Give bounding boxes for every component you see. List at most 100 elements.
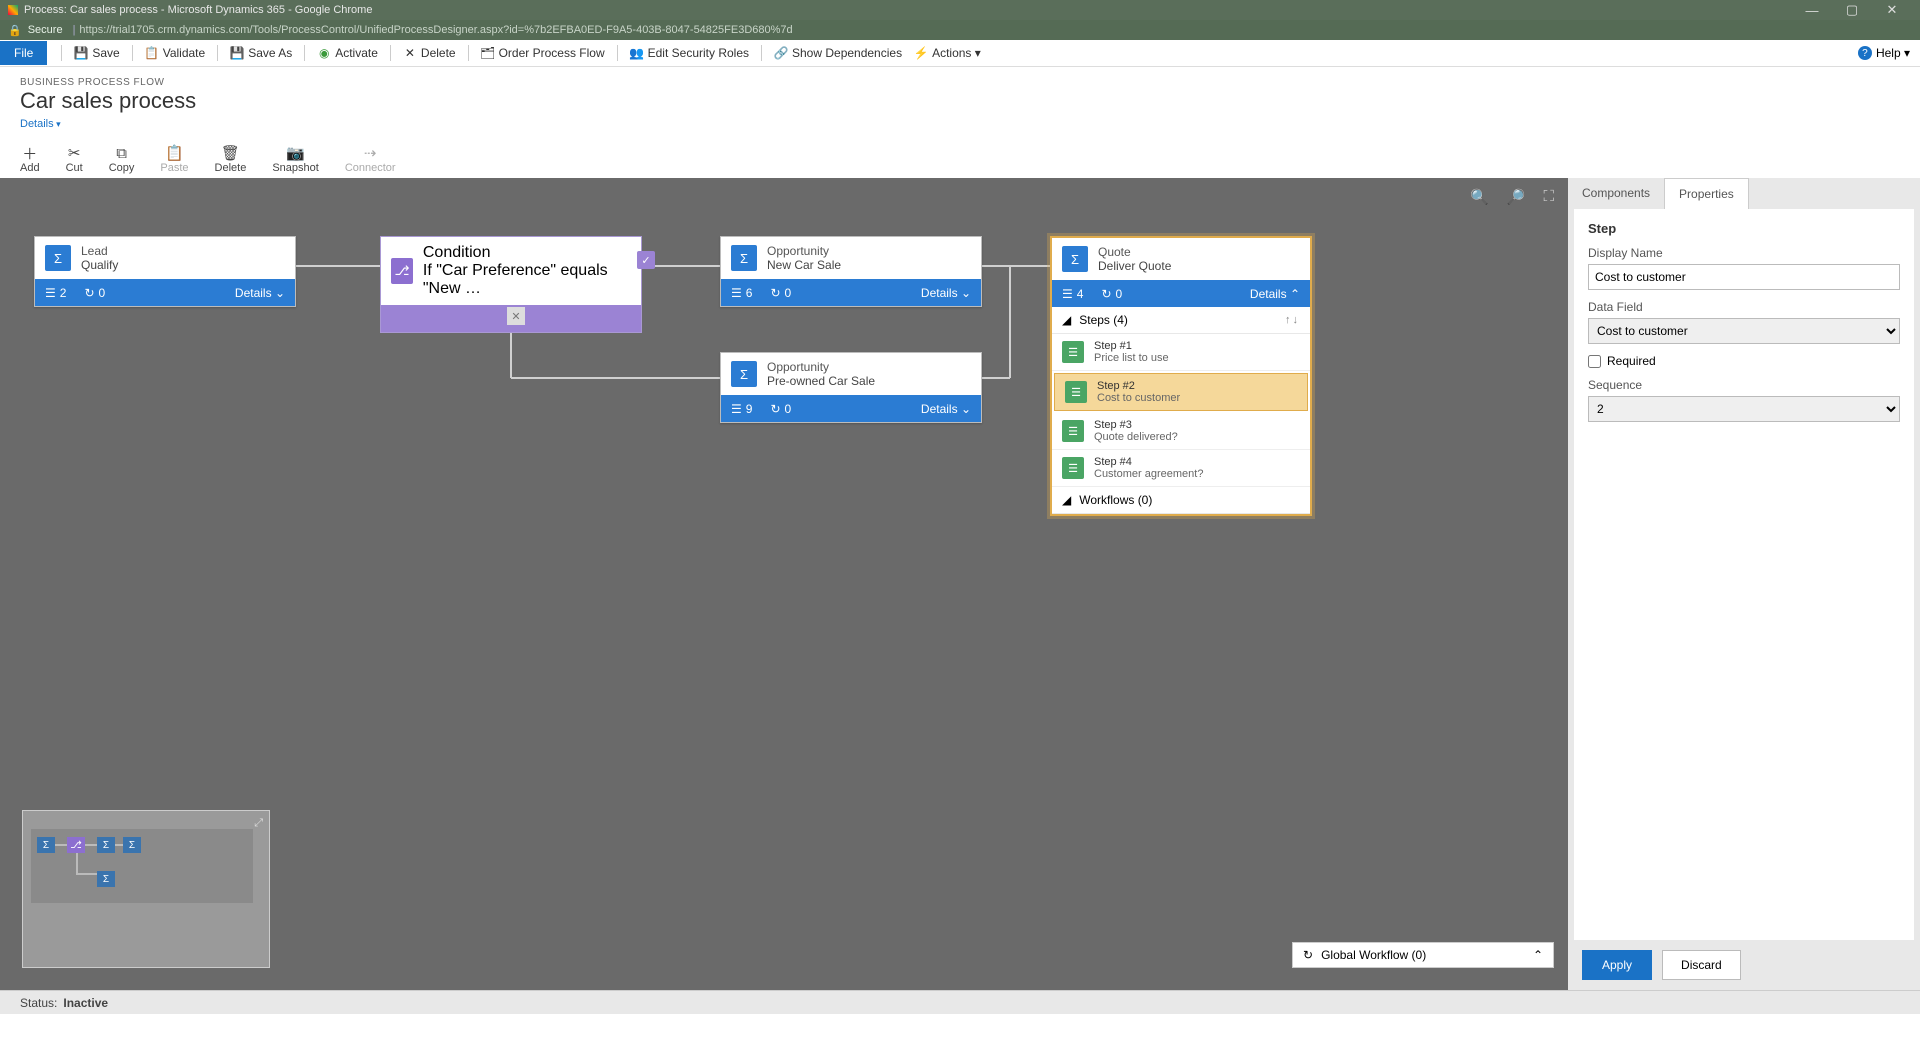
add-button[interactable]: ＋Add (20, 144, 40, 174)
condition-title: Condition (423, 244, 631, 262)
details-toggle[interactable]: Details ⌄ (921, 286, 971, 300)
minimap-node: Σ (123, 837, 141, 853)
apply-button[interactable]: Apply (1582, 950, 1652, 980)
stage-subtitle: New Car Sale (767, 258, 841, 272)
details-toggle[interactable]: Details (20, 118, 61, 130)
minimap-node: Σ (97, 837, 115, 853)
order-process-flow-button[interactable]: 🗂Order Process Flow (475, 43, 611, 63)
steps-section-header[interactable]: ◢ Steps (4) ↑↓ (1052, 307, 1310, 334)
designer-canvas[interactable]: 🔍 🔎 ⛶ Σ Lead Qualify ☰ 2 ↻ 0 De (0, 178, 1568, 990)
url-text: https://trial1705.crm.dynamics.com/Tools… (79, 24, 792, 36)
cut-button[interactable]: ✂Cut (66, 144, 83, 174)
global-workflow-bar[interactable]: ↻ Global Workflow (0) ⌃ (1292, 942, 1554, 968)
main-toolbar: File 💾Save 📋Validate 💾Save As ◉Activate … (0, 40, 1920, 67)
delete-button[interactable]: ✕Delete (397, 43, 462, 63)
collapse-icon: ◢ (1062, 493, 1071, 507)
validate-button[interactable]: 📋Validate (139, 43, 211, 63)
condition-subtitle: If "Car Preference" equals "New … (423, 262, 631, 298)
stage-subtitle: Pre-owned Car Sale (767, 374, 875, 388)
stage-opportunity-new[interactable]: Σ Opportunity New Car Sale ☰ 6 ↻ 0 Detai… (720, 236, 982, 307)
zoom-out-icon[interactable]: 🔍 (1470, 188, 1489, 206)
stage-opportunity-preowned[interactable]: Σ Opportunity Pre-owned Car Sale ☰ 9 ↻ 0… (720, 352, 982, 423)
stage-title: Opportunity (767, 244, 841, 258)
condition-true-icon: ✓ (637, 251, 655, 269)
minimap-node: Σ (37, 837, 55, 853)
stage-title: Lead (81, 244, 118, 258)
show-dependencies-button[interactable]: 🔗Show Dependencies (768, 43, 908, 63)
stage-icon: Σ (731, 245, 757, 271)
details-toggle[interactable]: Details ⌃ (1250, 287, 1300, 301)
cut-icon: ✂ (68, 144, 81, 162)
file-menu[interactable]: File (0, 41, 47, 65)
stage-icon: Σ (731, 361, 757, 387)
zoom-in-icon[interactable]: 🔎 (1507, 188, 1526, 206)
stage-icon: Σ (45, 245, 71, 271)
minimap[interactable]: ⤢ Σ ⎇ Σ Σ Σ (22, 810, 270, 968)
fit-screen-icon[interactable]: ⛶ (1543, 188, 1554, 206)
help-menu[interactable]: ?Help ▾ (1858, 46, 1910, 60)
expand-icon[interactable]: ⤢ (254, 817, 263, 830)
save-button[interactable]: 💾Save (68, 43, 125, 63)
discard-button[interactable]: Discard (1662, 950, 1741, 980)
data-field-select[interactable]: Cost to customer (1588, 318, 1900, 344)
minimap-node: ⎇ (67, 837, 85, 853)
stage-subtitle: Deliver Quote (1098, 259, 1171, 273)
step-icon: ☰ (1062, 457, 1084, 479)
step-icon: ☰ (1065, 381, 1087, 403)
help-icon: ? (1858, 46, 1872, 60)
condition-icon: ⎇ (391, 258, 413, 284)
stage-lead[interactable]: Σ Lead Qualify ☰ 2 ↻ 0 Details ⌄ (34, 236, 296, 307)
copy-button[interactable]: ⧉Copy (109, 144, 135, 174)
security-icon: 👥 (630, 46, 644, 60)
tab-properties[interactable]: Properties (1664, 178, 1749, 209)
app-icon (8, 5, 18, 15)
stage-quote[interactable]: Σ Quote Deliver Quote ☰ 4 ↻ 0 Details ⌃ … (1050, 236, 1312, 516)
step-icon: ☰ (1062, 341, 1084, 363)
properties-panel: Components Properties Step Display Name … (1568, 178, 1920, 990)
trash-icon: 🗑 (221, 144, 240, 162)
step-row[interactable]: ☰ Step #1Price list to use (1052, 334, 1310, 371)
sequence-label: Sequence (1588, 378, 1900, 392)
window-title: Process: Car sales process - Microsoft D… (24, 4, 372, 16)
paste-button[interactable]: 📋Paste (160, 144, 188, 174)
breadcrumb: BUSINESS PROCESS FLOW (20, 77, 1900, 88)
condition-card[interactable]: ⎇ Condition If "Car Preference" equals "… (380, 236, 642, 333)
step-row[interactable]: ☰ Step #4Customer agreement? (1052, 450, 1310, 487)
details-toggle[interactable]: Details ⌄ (235, 286, 285, 300)
delete-icon: ✕ (403, 46, 417, 60)
minimize-button[interactable]: — (1792, 3, 1832, 18)
step-row[interactable]: ☰ Step #3Quote delivered? (1052, 413, 1310, 450)
reorder-arrows[interactable]: ↑↓ (1285, 314, 1300, 326)
actions-menu[interactable]: ⚡Actions ▾ (908, 43, 987, 63)
edit-security-roles-button[interactable]: 👥Edit Security Roles (624, 43, 755, 63)
delete-tool-button[interactable]: 🗑Delete (215, 144, 247, 174)
page-title: Car sales process (20, 88, 1900, 114)
validate-icon: 📋 (145, 46, 159, 60)
edit-toolbar: ＋Add ✂Cut ⧉Copy 📋Paste 🗑Delete 📷Snapshot… (0, 138, 1920, 178)
copy-icon: ⧉ (116, 144, 127, 162)
order-icon: 🗂 (481, 46, 495, 60)
actions-icon: ⚡ (914, 46, 928, 60)
sequence-select[interactable]: 2 (1588, 396, 1900, 422)
tab-components[interactable]: Components (1568, 178, 1664, 209)
lock-icon: 🔒 (8, 24, 22, 37)
save-as-icon: 💾 (230, 46, 244, 60)
close-button[interactable]: ✕ (1872, 2, 1912, 18)
required-label: Required (1607, 354, 1656, 368)
snapshot-button[interactable]: 📷Snapshot (272, 144, 318, 174)
activate-button[interactable]: ◉Activate (311, 43, 384, 63)
required-checkbox[interactable] (1588, 355, 1601, 368)
activate-icon: ◉ (317, 46, 331, 60)
step-icon: ☰ (1062, 420, 1084, 442)
connector-button[interactable]: ⇢Connector (345, 144, 396, 174)
details-toggle[interactable]: Details ⌄ (921, 402, 971, 416)
step-row-selected[interactable]: ☰ Step #2Cost to customer (1054, 373, 1308, 411)
condition-false-icon: ✕ (507, 307, 525, 325)
save-as-button[interactable]: 💾Save As (224, 43, 298, 63)
workflows-section-header[interactable]: ◢ Workflows (0) (1052, 487, 1310, 514)
maximize-button[interactable]: ▢ (1832, 2, 1872, 18)
status-label: Status: (20, 996, 57, 1010)
minimap-node: Σ (97, 871, 115, 887)
deps-icon: 🔗 (774, 46, 788, 60)
display-name-input[interactable] (1588, 264, 1900, 290)
